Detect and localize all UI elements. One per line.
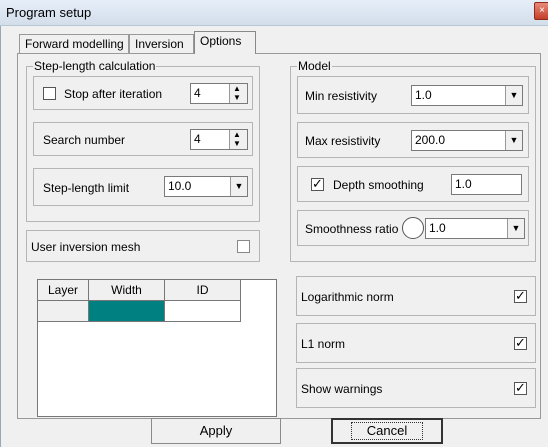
show-warnings-label: Show warnings xyxy=(301,382,383,396)
stop-after-iteration-label: Stop after iteration xyxy=(64,87,163,101)
table-header-id[interactable]: ID xyxy=(165,280,241,301)
dialog-body: Forward modelling Inversion Options Step… xyxy=(0,26,548,447)
spin-up-icon[interactable]: ▲ xyxy=(233,85,241,93)
spin-down-icon[interactable]: ▼ xyxy=(233,140,241,148)
l1-norm-checkbox[interactable]: ✓ xyxy=(514,335,527,350)
smoothness-ratio-label: Smoothness ratio xyxy=(305,222,399,236)
table-row-header[interactable] xyxy=(38,301,89,322)
title-bar: Program setup × xyxy=(0,0,548,26)
search-number-spinner[interactable]: 4 ▲ ▼ xyxy=(190,129,248,150)
spinner-buttons[interactable]: ▲ ▼ xyxy=(229,84,247,103)
chevron-down-icon[interactable]: ▼ xyxy=(507,219,524,238)
stop-after-iteration-spinner[interactable]: 4 ▲ ▼ xyxy=(190,83,248,104)
cancel-button-label: Cancel xyxy=(351,422,423,440)
search-number-value: 4 xyxy=(194,132,201,146)
tab-forward-modelling[interactable]: Forward modelling xyxy=(19,34,129,53)
logarithmic-norm-label: Logarithmic norm xyxy=(301,290,394,304)
tab-options[interactable]: Options xyxy=(194,31,256,54)
stop-after-iteration-value: 4 xyxy=(194,86,201,100)
l1-norm-label: L1 norm xyxy=(301,337,346,351)
table-cell-width-selected[interactable] xyxy=(89,301,165,322)
cancel-button[interactable]: Cancel xyxy=(331,418,443,444)
show-warnings-row: Show warnings ✓ xyxy=(296,368,536,408)
step-length-group: Step-length calculation Stop after itera… xyxy=(26,59,260,222)
min-resistivity-row: Min resistivity 1.0 ▼ xyxy=(297,76,529,114)
user-inversion-mesh-row: User inversion mesh xyxy=(26,230,260,262)
spin-up-icon[interactable]: ▲ xyxy=(233,131,241,139)
apply-button[interactable]: Apply xyxy=(151,418,281,444)
chevron-down-icon[interactable]: ▼ xyxy=(230,177,247,196)
model-group-title: Model xyxy=(297,59,332,73)
l1-norm-row: L1 norm ✓ xyxy=(296,323,536,363)
table-header-layer[interactable]: Layer xyxy=(38,280,89,301)
logarithmic-norm-row: Logarithmic norm ✓ xyxy=(296,276,536,316)
tab-inversion[interactable]: Inversion xyxy=(129,34,194,53)
user-inversion-mesh-label: User inversion mesh xyxy=(31,240,141,254)
options-tab-panel: Step-length calculation Stop after itera… xyxy=(17,53,541,419)
model-group: Model Min resistivity 1.0 ▼ Max resistiv… xyxy=(290,59,536,262)
smoothness-ratio-row: Smoothness ratio 1.0 ▼ xyxy=(297,210,529,246)
step-length-limit-label: Step-length limit xyxy=(43,181,130,195)
depth-smoothing-checkbox[interactable]: ✓ xyxy=(311,176,324,191)
check-icon: ✓ xyxy=(515,380,526,395)
min-resistivity-dropdown[interactable]: 1.0 ▼ xyxy=(411,85,523,106)
min-resistivity-value: 1.0 xyxy=(415,88,432,102)
chevron-down-icon[interactable]: ▼ xyxy=(505,131,522,150)
check-icon: ✓ xyxy=(515,288,526,303)
min-resistivity-label: Min resistivity xyxy=(305,89,378,103)
table-cell-id[interactable] xyxy=(165,301,241,322)
step-length-limit-dropdown[interactable]: 10.0 ▼ xyxy=(164,176,248,197)
close-icon[interactable]: × xyxy=(534,2,548,20)
user-inversion-mesh-checkbox[interactable] xyxy=(237,240,250,253)
logarithmic-norm-checkbox[interactable]: ✓ xyxy=(514,288,527,303)
step-length-group-title: Step-length calculation xyxy=(33,59,157,73)
stop-after-iteration-row: Stop after iteration 4 ▲ ▼ xyxy=(33,76,253,110)
spinner-buttons[interactable]: ▲ ▼ xyxy=(229,130,247,149)
search-number-row: Search number 4 ▲ ▼ xyxy=(33,122,253,156)
depth-smoothing-row: ✓ Depth smoothing 1.0 xyxy=(297,166,529,202)
smoothness-ratio-dropdown[interactable]: 1.0 ▼ xyxy=(425,218,525,239)
show-warnings-checkbox[interactable]: ✓ xyxy=(514,380,527,395)
depth-smoothing-label: Depth smoothing xyxy=(333,178,424,192)
table-header-width[interactable]: Width xyxy=(89,280,165,301)
max-resistivity-label: Max resistivity xyxy=(305,134,381,148)
smoothness-ratio-value: 1.0 xyxy=(429,221,446,235)
max-resistivity-value: 200.0 xyxy=(415,133,446,147)
spin-down-icon[interactable]: ▼ xyxy=(233,94,241,102)
max-resistivity-row: Max resistivity 200.0 ▼ xyxy=(297,122,529,158)
stop-after-iteration-checkbox[interactable] xyxy=(43,87,56,100)
chevron-down-icon[interactable]: ▼ xyxy=(505,86,522,105)
depth-smoothing-input[interactable]: 1.0 xyxy=(451,174,522,195)
inversion-mesh-table[interactable]: Layer Width ID xyxy=(37,279,277,417)
check-icon: ✓ xyxy=(515,335,526,350)
search-number-label: Search number xyxy=(43,133,126,147)
step-length-limit-value: 10.0 xyxy=(168,179,192,193)
check-icon: ✓ xyxy=(312,176,323,191)
circle-icon[interactable] xyxy=(402,217,424,239)
max-resistivity-dropdown[interactable]: 200.0 ▼ xyxy=(411,130,523,151)
step-length-limit-row: Step-length limit 10.0 ▼ xyxy=(33,168,253,206)
window-title: Program setup xyxy=(6,5,92,20)
